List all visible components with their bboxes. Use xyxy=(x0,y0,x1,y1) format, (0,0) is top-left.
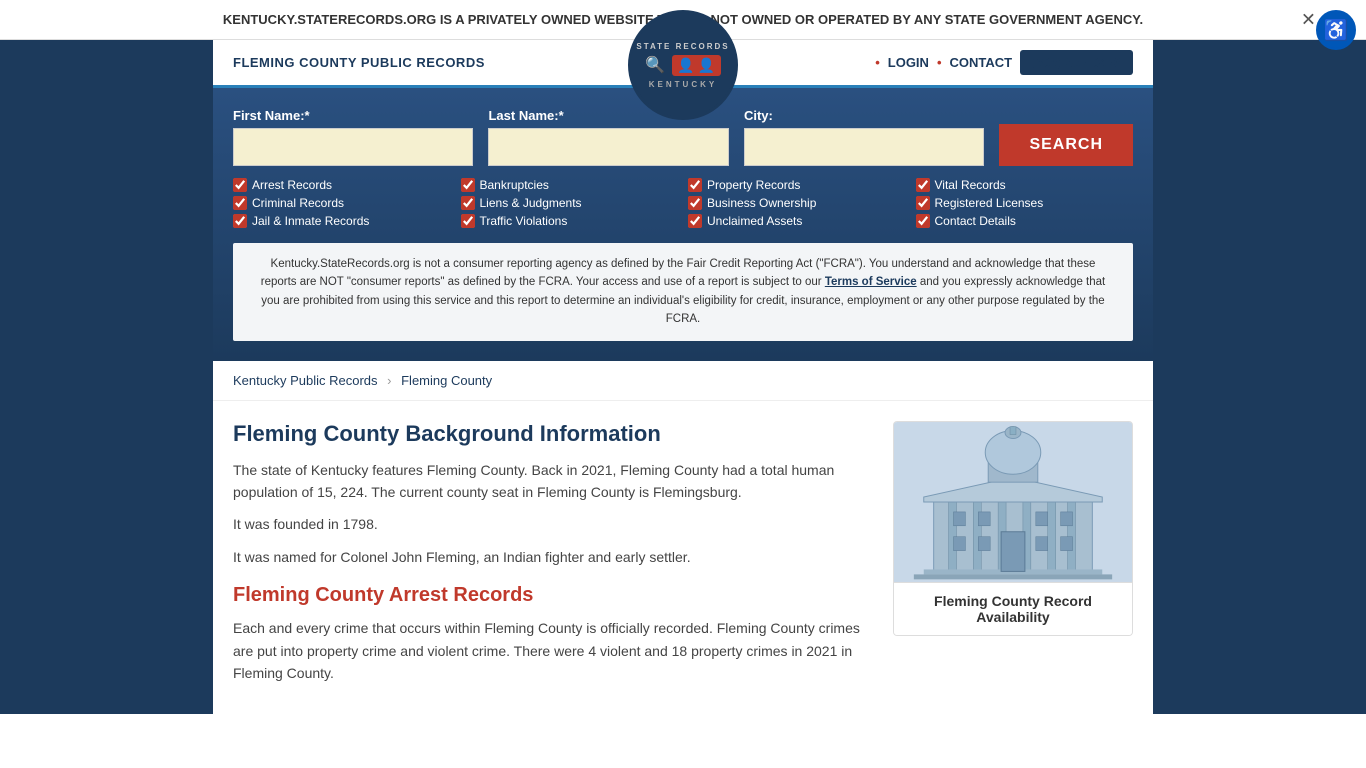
checkbox-label: Traffic Violations xyxy=(480,214,568,228)
search-form: First Name:* Last Name:* City: SEARCH Ar… xyxy=(213,85,1153,361)
checkbox-contact-details[interactable] xyxy=(916,214,930,228)
logo-bottom-text: KENTUCKY xyxy=(649,80,717,89)
disclaimer: Kentucky.StateRecords.org is not a consu… xyxy=(233,243,1133,341)
first-name-label: First Name:* xyxy=(233,108,473,123)
checkbox-item: Traffic Violations xyxy=(461,214,679,228)
breadcrumb-separator: › xyxy=(387,373,391,388)
checkbox-label: Liens & Judgments xyxy=(480,196,582,210)
contact-link[interactable]: CONTACT xyxy=(950,55,1013,70)
checkbox-item: Property Records xyxy=(688,178,906,192)
logo: STATE RECORDS 🔍 👤 👤 KENTUCKY xyxy=(628,10,738,120)
city-input[interactable] xyxy=(744,128,984,166)
city-label: City: xyxy=(744,108,984,123)
checkbox-label: Jail & Inmate Records xyxy=(252,214,369,228)
login-link[interactable]: LOGIN xyxy=(888,55,929,70)
checkbox-item: Arrest Records xyxy=(233,178,451,192)
people-icon: 👤 👤 xyxy=(672,55,721,76)
breadcrumb-current: Fleming County xyxy=(401,373,492,388)
checkbox-label: Business Ownership xyxy=(707,196,816,210)
checkbox-liens-&-judgments[interactable] xyxy=(461,196,475,210)
sidebar-card: Fleming County Record Availability xyxy=(893,421,1133,636)
bg-para2: It was founded in 1798. xyxy=(233,513,873,535)
checkbox-label: Property Records xyxy=(707,178,800,192)
checkbox-label: Criminal Records xyxy=(252,196,344,210)
checkbox-label: Registered Licenses xyxy=(935,196,1044,210)
first-name-group: First Name:* xyxy=(233,108,473,166)
arrest-para: Each and every crime that occurs within … xyxy=(233,617,873,684)
checkbox-unclaimed-assets[interactable] xyxy=(688,214,702,228)
terms-link[interactable]: Terms of Service xyxy=(825,276,917,288)
checkbox-item: Business Ownership xyxy=(688,196,906,210)
checkbox-criminal-records[interactable] xyxy=(233,196,247,210)
checkbox-property-records[interactable] xyxy=(688,178,702,192)
checkbox-item: Registered Licenses xyxy=(916,196,1134,210)
checkbox-registered-licenses[interactable] xyxy=(916,196,930,210)
checkbox-jail-&-inmate-records[interactable] xyxy=(233,214,247,228)
search-icon: 🔍 xyxy=(645,55,666,75)
checkbox-label: Arrest Records xyxy=(252,178,332,192)
breadcrumb: Kentucky Public Records › Fleming County xyxy=(213,361,1153,401)
checkbox-item: Liens & Judgments xyxy=(461,196,679,210)
checkbox-item: Criminal Records xyxy=(233,196,451,210)
checkbox-item: Vital Records xyxy=(916,178,1134,192)
checkbox-arrest-records[interactable] xyxy=(233,178,247,192)
phone-button[interactable]: (606) 357-0476 xyxy=(1020,50,1133,75)
last-name-input[interactable] xyxy=(488,128,728,166)
checkbox-item: Jail & Inmate Records xyxy=(233,214,451,228)
checkbox-label: Bankruptcies xyxy=(480,178,549,192)
content-area: Kentucky Public Records › Fleming County… xyxy=(213,361,1153,715)
site-title: FLEMING COUNTY PUBLIC RECORDS xyxy=(233,55,485,70)
checkboxes-grid: Arrest Records Bankruptcies Property Recor… xyxy=(233,178,1133,228)
header-nav: • LOGIN • CONTACT (606) 357-0476 xyxy=(875,50,1133,75)
checkbox-item: Contact Details xyxy=(916,214,1134,228)
bg-para1: The state of Kentucky features Fleming C… xyxy=(233,459,873,504)
checkbox-item: Unclaimed Assets xyxy=(688,214,906,228)
search-button[interactable]: SEARCH xyxy=(999,124,1133,166)
bg-title: Fleming County Background Information xyxy=(233,421,873,447)
city-group: City: xyxy=(744,108,984,166)
header: FLEMING COUNTY PUBLIC RECORDS STATE RECO… xyxy=(213,40,1153,85)
checkbox-bankruptcies[interactable] xyxy=(461,178,475,192)
checkbox-item: Bankruptcies xyxy=(461,178,679,192)
main-content: Fleming County Background Information Th… xyxy=(213,401,1153,715)
building-image xyxy=(894,422,1132,582)
checkbox-vital-records[interactable] xyxy=(916,178,930,192)
checkbox-business-ownership[interactable] xyxy=(688,196,702,210)
main-text: Fleming County Background Information Th… xyxy=(233,421,873,695)
checkbox-label: Vital Records xyxy=(935,178,1006,192)
first-name-input[interactable] xyxy=(233,128,473,166)
checkbox-label: Contact Details xyxy=(935,214,1016,228)
logo-arc-text: STATE RECORDS xyxy=(636,42,729,51)
checkbox-traffic-violations[interactable] xyxy=(461,214,475,228)
bg-para3: It was named for Colonel John Fleming, a… xyxy=(233,546,873,568)
close-banner-button[interactable]: ✕ xyxy=(1301,9,1316,30)
card-title: Fleming County Record Availability xyxy=(894,582,1132,635)
arrest-title: Fleming County Arrest Records xyxy=(233,584,873,607)
checkbox-label: Unclaimed Assets xyxy=(707,214,802,228)
accessibility-button[interactable]: ♿ xyxy=(1316,10,1356,50)
breadcrumb-parent[interactable]: Kentucky Public Records xyxy=(233,373,378,388)
